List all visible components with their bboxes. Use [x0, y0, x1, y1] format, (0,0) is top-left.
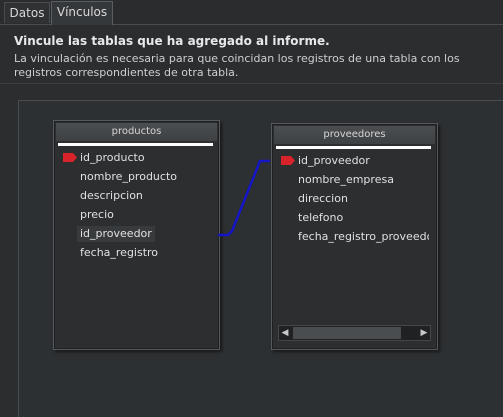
- table-link-line[interactable]: [0, 0, 503, 416]
